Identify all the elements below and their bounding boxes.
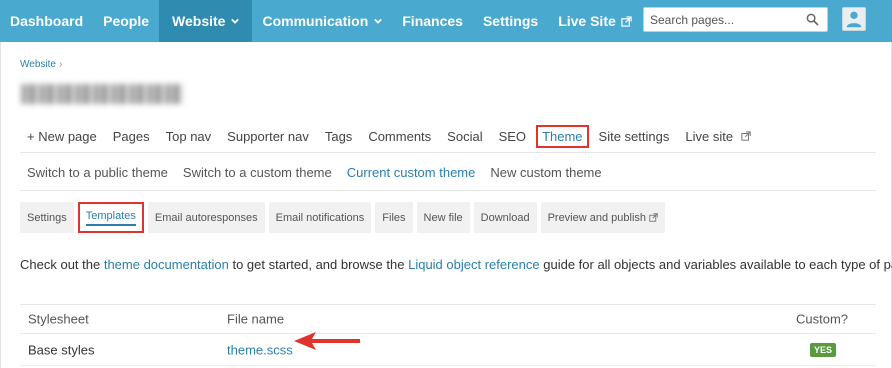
desc-part3: guide for all objects and variables avai… bbox=[539, 257, 892, 272]
nav-dashboard-label: Dashboard bbox=[10, 13, 84, 29]
nav-people[interactable]: People bbox=[93, 0, 159, 42]
nav-people-label: People bbox=[103, 13, 150, 29]
tab-top-nav[interactable]: Top nav bbox=[166, 129, 212, 144]
subtab-email-autoresponses[interactable]: Email autoresponses bbox=[147, 202, 265, 233]
nav-communication[interactable]: Communication bbox=[252, 0, 392, 42]
user-icon bbox=[846, 11, 862, 28]
search-input[interactable] bbox=[644, 8, 794, 31]
theme-tabs: Switch to a public theme Switch to a cus… bbox=[27, 163, 617, 181]
tab-public-theme[interactable]: Switch to a public theme bbox=[27, 165, 168, 180]
tab-social[interactable]: Social bbox=[447, 129, 482, 144]
nav-settings-label: Settings bbox=[482, 13, 539, 29]
tab-pages[interactable]: Pages bbox=[113, 129, 150, 144]
table-row: Base styles theme.scss YES bbox=[20, 334, 876, 366]
search-icon[interactable] bbox=[806, 13, 819, 26]
nav-finances-label: Finances bbox=[402, 13, 463, 29]
theme-docs-link[interactable]: theme documentation bbox=[104, 257, 229, 272]
search-box bbox=[643, 7, 828, 32]
subtab-preview-publish[interactable]: Preview and publish bbox=[540, 202, 666, 233]
tab-supporter-nav[interactable]: Supporter nav bbox=[227, 129, 309, 144]
tab-seo[interactable]: SEO bbox=[499, 129, 526, 144]
tab-live-site[interactable]: Live site bbox=[685, 128, 751, 144]
subtab-settings[interactable]: Settings bbox=[20, 202, 74, 233]
subtab-new-file[interactable]: New file bbox=[416, 202, 470, 233]
external-link-icon bbox=[741, 130, 751, 141]
desc-part2: to get started, and browse the bbox=[228, 257, 409, 272]
arrow-icon bbox=[294, 332, 360, 350]
external-link-icon bbox=[621, 15, 632, 27]
tab-custom-theme[interactable]: Switch to a custom theme bbox=[183, 165, 332, 180]
chevron-down-icon bbox=[374, 18, 383, 24]
subtab-templates[interactable]: Templates bbox=[77, 202, 144, 233]
primary-tabs: + New page Pages Top nav Supporter nav T… bbox=[27, 124, 767, 148]
header-file-name: File name bbox=[227, 311, 285, 327]
nav-communication-label: Communication bbox=[262, 13, 369, 29]
liquid-reference-link[interactable]: Liquid object reference bbox=[408, 257, 540, 272]
nav-dashboard[interactable]: Dashboard bbox=[0, 0, 93, 42]
breadcrumb: Website › bbox=[20, 59, 62, 70]
chevron-right-icon: › bbox=[58, 59, 63, 70]
tab-comments[interactable]: Comments bbox=[368, 129, 431, 144]
content-card: Website › + New page Pages Top nav Suppor… bbox=[0, 42, 892, 368]
breadcrumb-website[interactable]: Website bbox=[20, 59, 56, 70]
tab-theme[interactable]: Theme bbox=[536, 124, 589, 148]
nav-website[interactable]: Website bbox=[159, 0, 253, 42]
tab-live-site-label: Live site bbox=[685, 128, 734, 144]
table-header: Stylesheet File name Custom? bbox=[20, 304, 876, 334]
templates-table: Stylesheet File name Custom? Base styles… bbox=[20, 304, 876, 366]
nav-settings[interactable]: Settings bbox=[473, 0, 548, 42]
nav-live-site[interactable]: Live Site bbox=[548, 0, 642, 42]
custom-badge: YES bbox=[810, 342, 837, 357]
avatar[interactable] bbox=[842, 7, 866, 31]
header-custom: Custom? bbox=[796, 311, 849, 327]
description: Check out the theme documentation to get… bbox=[20, 257, 892, 272]
subtab-preview-publish-label: Preview and publish bbox=[547, 211, 647, 224]
divider bbox=[20, 190, 876, 191]
tab-new-custom-theme[interactable]: New custom theme bbox=[490, 165, 601, 180]
external-link-icon bbox=[649, 213, 658, 222]
desc-part1: Check out the bbox=[20, 257, 104, 272]
divider bbox=[20, 152, 876, 153]
header-stylesheet: Stylesheet bbox=[28, 311, 89, 327]
tab-tags[interactable]: Tags bbox=[325, 129, 352, 144]
tab-site-settings[interactable]: Site settings bbox=[599, 129, 670, 144]
subtab-templates-label: Templates bbox=[85, 210, 136, 226]
nav-live-site-label: Live Site bbox=[558, 13, 616, 29]
chevron-down-icon bbox=[231, 18, 240, 24]
nav-finances[interactable]: Finances bbox=[392, 0, 473, 42]
subtab-download[interactable]: Download bbox=[473, 202, 537, 233]
nav-website-label: Website bbox=[172, 13, 226, 29]
subtab-files[interactable]: Files bbox=[375, 202, 413, 233]
subtab-email-notifications[interactable]: Email notifications bbox=[268, 202, 372, 233]
file-link[interactable]: theme.scss bbox=[227, 342, 293, 357]
page-title-redacted bbox=[21, 84, 183, 104]
tab-current-custom-theme[interactable]: Current custom theme bbox=[347, 165, 476, 180]
tab-new-page[interactable]: + New page bbox=[27, 129, 97, 144]
row-stylesheet: Base styles bbox=[28, 342, 95, 357]
sub-tabs: Settings Templates Email autoresponses E… bbox=[20, 202, 669, 233]
